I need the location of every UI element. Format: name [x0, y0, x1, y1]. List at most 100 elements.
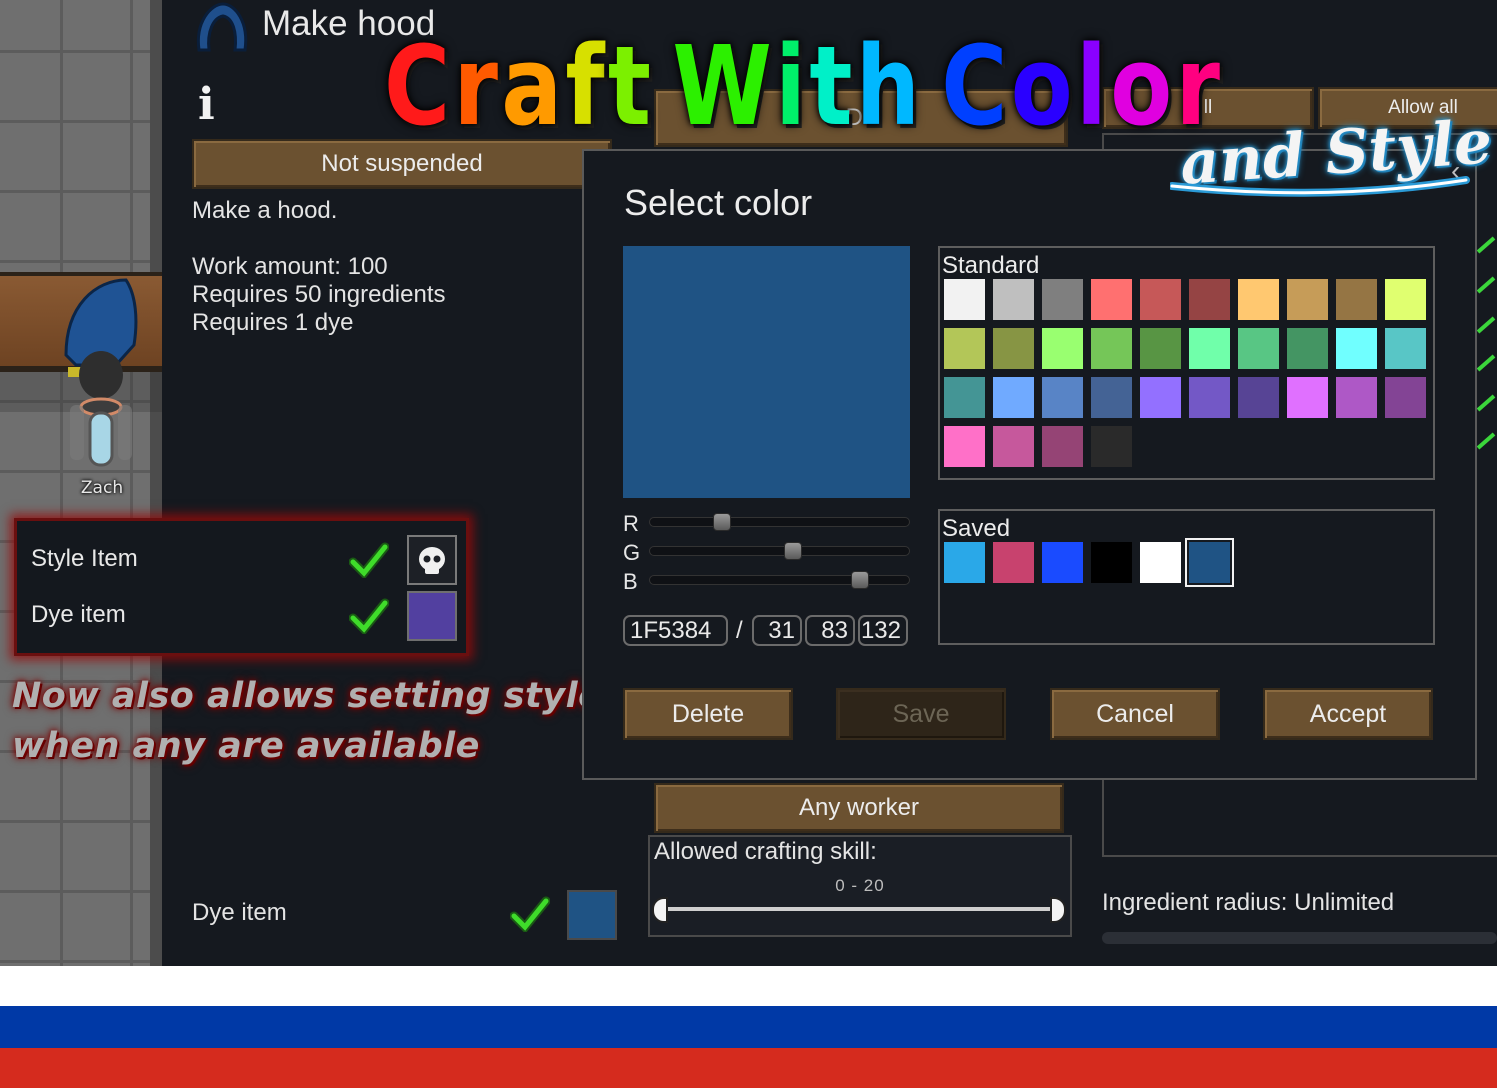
standard-color-swatch[interactable] — [1336, 328, 1377, 369]
standard-color-swatch[interactable] — [1140, 279, 1181, 320]
green-input[interactable]: 83 — [805, 615, 855, 646]
standard-color-swatch[interactable] — [1091, 328, 1132, 369]
cancel-button[interactable]: Cancel — [1050, 688, 1220, 740]
hex-rgb-separator: / — [736, 617, 743, 644]
standard-color-swatch[interactable] — [944, 377, 985, 418]
title-letter: i — [775, 22, 810, 150]
standard-color-swatch[interactable] — [1140, 328, 1181, 369]
info-icon[interactable]: i — [198, 83, 228, 127]
dye-item-popup-check-icon[interactable] — [349, 598, 389, 634]
title-letter: f — [565, 22, 608, 150]
standard-color-swatch[interactable] — [1385, 377, 1426, 418]
standard-color-swatch[interactable] — [1238, 328, 1279, 369]
title-letter — [923, 26, 941, 146]
color-preview — [623, 246, 910, 498]
standard-color-swatch[interactable] — [993, 377, 1034, 418]
standard-color-swatch[interactable] — [944, 279, 985, 320]
saved-color-swatch[interactable] — [944, 542, 985, 583]
flag-stripe-white — [0, 966, 1497, 1006]
saved-color-swatch[interactable] — [993, 542, 1034, 583]
standard-color-swatch[interactable] — [944, 328, 985, 369]
ingredient-radius-slider[interactable] — [1102, 932, 1497, 944]
ingredients-text: Requires 50 ingredients — [192, 281, 446, 308]
standard-color-swatch[interactable] — [1287, 279, 1328, 320]
flag-stripe-red — [0, 1048, 1497, 1088]
dye-popup-color-swatch[interactable] — [407, 591, 457, 641]
standard-color-swatch[interactable] — [1238, 279, 1279, 320]
blue-input[interactable]: 132 — [858, 615, 908, 646]
filter-checkmarks — [1476, 236, 1496, 450]
standard-color-swatch[interactable] — [1140, 377, 1181, 418]
saved-color-swatch[interactable] — [1091, 542, 1132, 583]
channel-slider-b[interactable] — [649, 575, 910, 585]
skull-icon — [419, 547, 445, 574]
save-button[interactable]: Save — [836, 688, 1006, 740]
pawn-name-label: Zach — [80, 478, 124, 498]
dye-item-check-icon[interactable] — [510, 896, 550, 932]
red-input[interactable]: 31 — [752, 615, 802, 646]
standard-color-swatch[interactable] — [993, 426, 1034, 467]
saved-color-swatch[interactable] — [1042, 542, 1083, 583]
title-letter: C — [384, 22, 454, 150]
title-letter: a — [501, 22, 566, 150]
skill-range-track[interactable] — [660, 907, 1058, 911]
standard-color-swatch[interactable] — [1238, 377, 1279, 418]
promo-line-2: when any are available — [12, 726, 480, 766]
title-letter: t — [607, 22, 655, 150]
channel-label-b: B — [623, 569, 638, 594]
title-letter: r — [453, 22, 502, 150]
accept-button[interactable]: Accept — [1263, 688, 1433, 740]
delete-button[interactable]: Delete — [623, 688, 793, 740]
standard-palette-label: Standard — [942, 252, 1040, 279]
title-letter: t — [809, 22, 856, 150]
channel-handle-r[interactable] — [712, 513, 731, 531]
title-letter — [654, 26, 672, 146]
saved-color-swatch[interactable] — [1140, 542, 1181, 583]
worker-select-button[interactable]: Any worker — [654, 783, 1064, 833]
standard-color-swatch[interactable] — [1287, 328, 1328, 369]
channel-label-r: R — [623, 511, 639, 536]
title-letter: W — [672, 22, 776, 150]
standard-color-swatch[interactable] — [1336, 377, 1377, 418]
channel-handle-g[interactable] — [783, 542, 802, 560]
standard-color-swatch[interactable] — [1091, 279, 1132, 320]
standard-color-swatch[interactable] — [1189, 328, 1230, 369]
channel-slider-g[interactable] — [649, 546, 910, 556]
standard-color-swatch[interactable] — [993, 279, 1034, 320]
style-options-box — [14, 518, 469, 656]
ingredient-radius-label: Ingredient radius: Unlimited — [1102, 889, 1395, 916]
channel-label-g: G — [623, 540, 641, 565]
standard-color-swatch[interactable] — [944, 426, 985, 467]
standard-color-swatch[interactable] — [1091, 426, 1132, 467]
flag-stripe-blue — [0, 1006, 1497, 1048]
pawn-sprite[interactable] — [56, 275, 146, 475]
bill-description: Make a hood. — [192, 197, 338, 224]
standard-color-swatch[interactable] — [1336, 279, 1377, 320]
standard-color-swatch[interactable] — [1287, 377, 1328, 418]
title-letter: l — [1076, 22, 1111, 150]
title-letter: C — [941, 22, 1011, 150]
dye-requirement-text: Requires 1 dye — [192, 309, 354, 336]
style-item-check-icon[interactable] — [349, 542, 389, 578]
standard-color-swatch[interactable] — [1189, 377, 1230, 418]
style-select-button[interactable] — [407, 535, 457, 585]
channel-handle-b[interactable] — [851, 571, 870, 589]
dye-item-label: Dye item — [192, 899, 287, 926]
hood-icon — [196, 2, 248, 52]
title-letter: h — [855, 22, 924, 150]
hex-input[interactable]: 1F5384 — [623, 615, 728, 646]
skill-min-handle[interactable] — [652, 897, 668, 923]
standard-color-swatch[interactable] — [1385, 328, 1426, 369]
standard-color-swatch[interactable] — [1189, 279, 1230, 320]
standard-color-swatch[interactable] — [1091, 377, 1132, 418]
standard-color-swatch[interactable] — [993, 328, 1034, 369]
standard-color-swatch[interactable] — [1042, 279, 1083, 320]
channel-slider-r[interactable] — [649, 517, 910, 527]
standard-color-swatch[interactable] — [1042, 328, 1083, 369]
dye-color-swatch[interactable] — [567, 890, 617, 940]
promo-line-1: Now also allows setting style — [12, 676, 603, 716]
standard-color-swatch[interactable] — [1042, 377, 1083, 418]
standard-color-swatch[interactable] — [1385, 279, 1426, 320]
saved-color-swatch[interactable] — [1185, 538, 1234, 587]
standard-color-swatch[interactable] — [1042, 426, 1083, 467]
